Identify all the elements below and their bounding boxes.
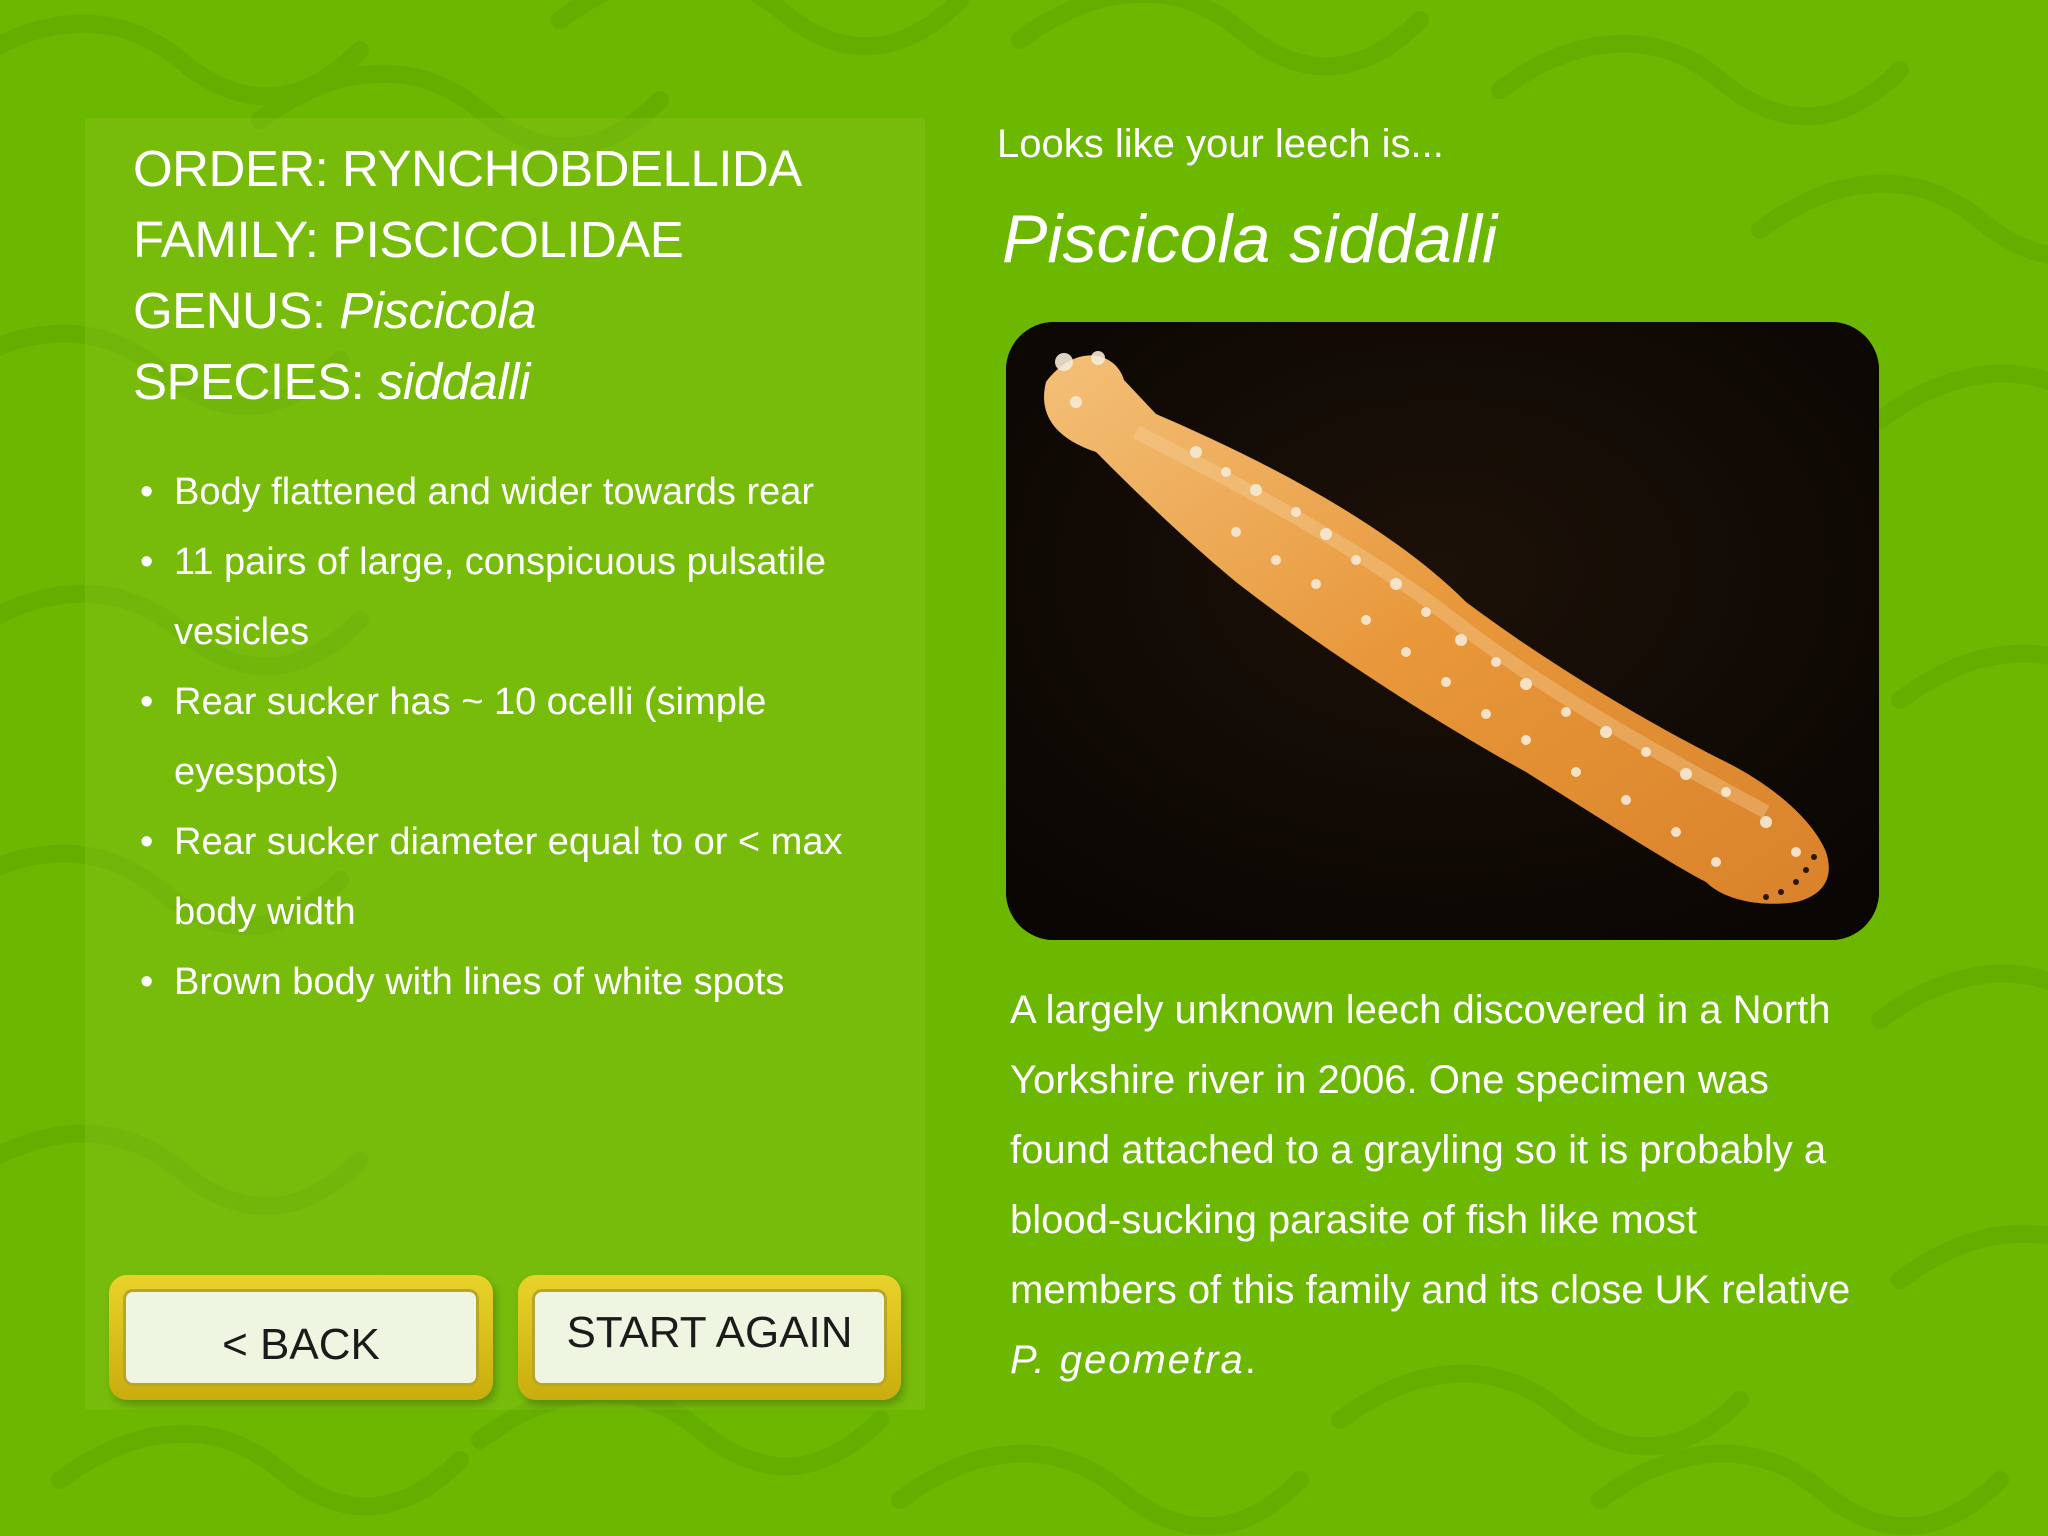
species-label: SPECIES: [133,353,378,410]
order-value: RYNCHOBDELLIDA [342,140,802,197]
feature-list: • Body flattened and wider towards rear •… [140,457,880,1017]
feature-text: Rear sucker diameter equal to or < max b… [174,821,843,933]
family-line: FAMILY: PISCICOLIDAE [133,204,893,275]
feature-text: 11 pairs of large, conspicuous pulsatile… [174,541,827,653]
species-line: SPECIES: siddalli [133,346,893,417]
bullet-icon: • [140,961,154,1003]
feature-item: • 11 pairs of large, conspicuous pulsatil… [140,527,880,667]
species-value: siddalli [377,353,530,410]
back-button-label: < BACK [222,1319,380,1369]
result-lead-text: Looks like your leech is... [997,122,1444,166]
order-line: ORDER: RYNCHOBDELLIDA [133,133,893,204]
feature-item: • Rear sucker diameter equal to or < max … [140,807,880,947]
back-button-face[interactable]: < BACK [123,1289,479,1386]
feature-item: • Brown body with lines of white spots [140,947,880,1017]
bullet-icon: • [140,821,154,863]
species-title: Piscicola siddalli [1002,201,1498,277]
genus-value: Piscicola [339,282,536,339]
genus-line: GENUS: Piscicola [133,275,893,346]
description-text: A largely unknown leech discovered in a … [1010,988,1851,1312]
genus-label: GENUS: [133,282,340,339]
feature-text: Body flattened and wider towards rear [174,471,815,513]
leech-illustration [1006,322,1879,940]
start-again-button-label: START AGAIN [566,1307,853,1357]
start-again-button-face[interactable]: START AGAIN [532,1289,887,1386]
feature-item: • Rear sucker has ~ 10 ocelli (simple eye… [140,667,880,807]
taxonomy-block: ORDER: RYNCHOBDELLIDA FAMILY: PISCICOLID… [133,133,893,417]
start-again-button[interactable]: START AGAIN [518,1275,901,1400]
bullet-icon: • [140,541,154,583]
family-label: FAMILY: [133,211,333,268]
leech-photo [1006,322,1879,940]
bullet-icon: • [140,471,154,513]
family-value: PISCICOLIDAE [332,211,684,268]
bullet-icon: • [140,681,154,723]
feature-text: Rear sucker has ~ 10 ocelli (simple eyes… [174,681,767,793]
feature-item: • Body flattened and wider towards rear [140,457,880,527]
feature-text: Brown body with lines of white spots [174,961,785,1003]
description-end: . [1244,1338,1256,1382]
relative-species-name: P. geometra [1010,1338,1245,1382]
species-description: A largely unknown leech discovered in a … [1010,975,1860,1395]
back-button[interactable]: < BACK [109,1275,493,1400]
order-label: ORDER: [133,140,343,197]
